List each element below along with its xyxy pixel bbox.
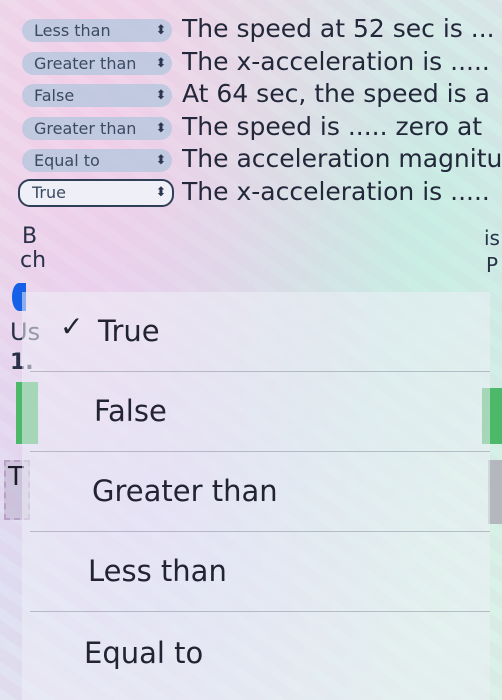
picker-option-less-than[interactable]: Less than (22, 532, 490, 612)
answer-select-3[interactable]: False ⬍ (22, 84, 172, 107)
question-row: False ⬍ At 64 sec, the speed is a (0, 79, 502, 112)
option-label: Equal to (84, 636, 204, 670)
statement-text: The acceleration magnitu (182, 144, 502, 173)
picker-option-greater-than[interactable]: Greater than (22, 452, 490, 532)
statement-text: The speed at 52 sec is ... (182, 14, 495, 43)
select-value: Greater than (34, 118, 137, 138)
question-row: Greater than ⬍ The speed is ..... zero a… (0, 112, 502, 145)
background-text-is: is (484, 226, 500, 250)
divider (30, 611, 490, 612)
background-text-ch: ch (20, 248, 47, 273)
up-down-chevron-icon: ⬍ (155, 55, 167, 71)
picker-option-equal-to[interactable]: Equal to (22, 614, 490, 694)
answer-select-2[interactable]: Greater than ⬍ (22, 51, 172, 75)
up-down-chevron-icon: ⬍ (155, 153, 167, 168)
option-label: True (98, 314, 160, 348)
up-down-chevron-icon: ⬍ (155, 88, 167, 103)
select-value: Equal to (34, 151, 100, 170)
background-text-p: P (486, 253, 499, 277)
up-down-chevron-icon: ⬍ (155, 23, 167, 38)
question-row: True ⬍ The x-acceleration is ..... (0, 177, 502, 210)
select-value: Greater than (34, 53, 137, 73)
picker-option-false[interactable]: False (22, 372, 490, 452)
statement-text: The x-acceleration is ..... (182, 176, 490, 206)
select-picker-list: ✓ True False Greater than Less than Equa… (22, 292, 490, 700)
option-label: False (94, 394, 167, 428)
background-text-b: B (22, 224, 38, 249)
select-value: False (34, 86, 75, 105)
question-row: Less than ⬍ The speed at 52 sec is ... (0, 14, 502, 47)
question-row: Equal to ⬍ The acceleration magnitu (0, 144, 502, 177)
select-value: Less than (34, 21, 111, 40)
answer-select-1[interactable]: Less than ⬍ (22, 19, 172, 42)
right-edge-strip (488, 460, 502, 524)
up-down-chevron-icon: ⬍ (155, 120, 167, 136)
checkmark-icon: ✓ (60, 310, 84, 343)
statement-text: The x-acceleration is ..... (182, 46, 490, 76)
select-value: True (32, 183, 66, 202)
statement-text: At 64 sec, the speed is a (182, 79, 490, 108)
question-rows: Less than ⬍ The speed at 52 sec is ... G… (0, 14, 502, 209)
statement-text: The speed is ..... zero at (182, 111, 483, 141)
up-down-chevron-icon: ⬍ (155, 185, 167, 200)
answer-select-5[interactable]: Equal to ⬍ (22, 149, 172, 172)
option-label: Less than (88, 554, 227, 588)
option-label: Greater than (92, 474, 278, 508)
answer-select-6-active[interactable]: True ⬍ (18, 178, 174, 207)
answer-select-4[interactable]: Greater than ⬍ (22, 116, 172, 140)
picker-option-true[interactable]: ✓ True (22, 292, 490, 372)
question-row: Greater than ⬍ The x-acceleration is ...… (0, 47, 502, 80)
